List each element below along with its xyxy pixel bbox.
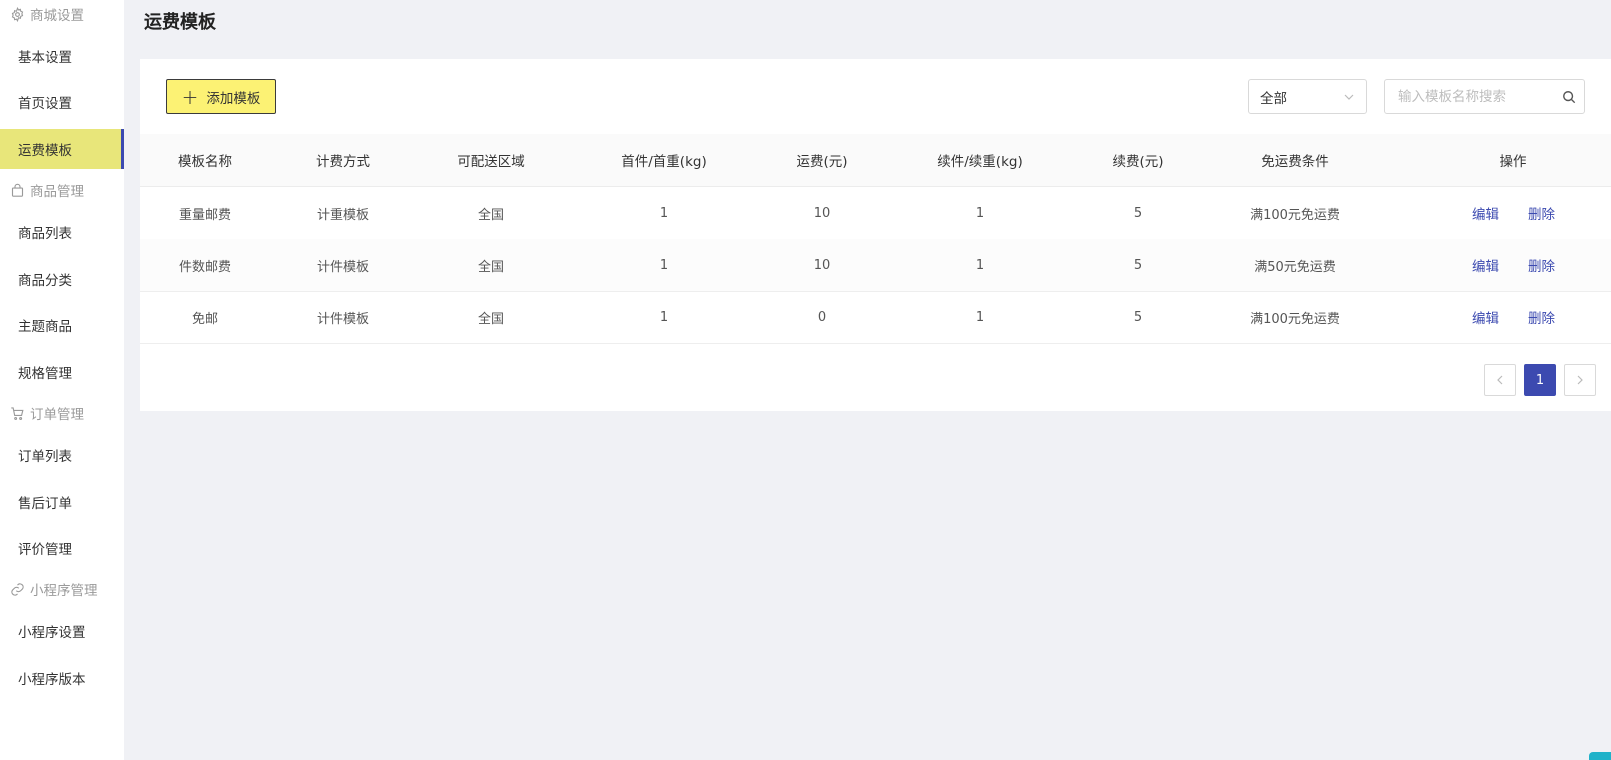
header-billing-method: 计费方式 xyxy=(316,154,370,170)
cell-billing-method: 计件模板 xyxy=(316,259,370,275)
cell-first-weight: 1 xyxy=(659,257,669,273)
table-header: 模板名称 计费方式 可配送区域 首件/首重(kg) 运费(元) 续件/续重(kg… xyxy=(140,134,1611,187)
table-row: 件数邮费 计件模板 全国 1 10 1 5 满50元免运费 编辑 删除 xyxy=(140,239,1611,292)
cell-billing-method: 计件模板 xyxy=(316,311,370,327)
prev-page-button[interactable] xyxy=(1484,364,1516,396)
delete-link[interactable]: 删除 xyxy=(1528,291,1555,343)
sidebar-item-product-category[interactable]: 商品分类 xyxy=(0,259,124,299)
cell-extra-weight: 1 xyxy=(975,257,985,273)
header-first-weight: 首件/首重(kg) xyxy=(621,154,707,170)
search-icon[interactable] xyxy=(1562,90,1576,104)
cell-billing-method: 计重模板 xyxy=(316,207,370,223)
filter-select[interactable]: 全部 xyxy=(1248,79,1367,114)
cell-extra-fee: 5 xyxy=(1133,309,1143,325)
sidebar-item-reviews[interactable]: 评价管理 xyxy=(0,528,124,568)
add-template-button[interactable]: + 添加模板 xyxy=(166,79,276,114)
edit-link[interactable]: 编辑 xyxy=(1472,239,1499,291)
cell-free-shipping: 满100元免运费 xyxy=(1250,311,1340,327)
floating-widget-tab[interactable] xyxy=(1589,752,1611,760)
sidebar-item-home-settings[interactable]: 首页设置 xyxy=(0,82,124,122)
add-template-label: 添加模板 xyxy=(206,90,261,107)
cell-delivery-area: 全国 xyxy=(477,207,505,223)
cell-delivery-area: 全国 xyxy=(477,259,505,275)
table-row: 重量邮费 计重模板 全国 1 10 1 5 满100元免运费 编辑 删除 xyxy=(140,187,1611,240)
cell-extra-weight: 1 xyxy=(975,309,985,325)
group-miniprogram-management: 小程序管理 xyxy=(10,579,98,599)
sidebar: 商城设置 基本设置 首页设置 运费模板 商品管理 商品列表 商品分类 主题商品 … xyxy=(0,0,124,760)
cell-template-name: 重量邮费 xyxy=(178,207,232,223)
sidebar-item-spec-management[interactable]: 规格管理 xyxy=(0,352,124,392)
table-row: 免邮 计件模板 全国 1 0 1 5 满100元免运费 编辑 删除 xyxy=(140,291,1611,344)
plus-icon: + xyxy=(181,84,199,109)
cell-template-name: 免邮 xyxy=(191,311,219,327)
header-actions: 操作 xyxy=(1499,154,1527,170)
link-icon xyxy=(11,582,24,596)
sidebar-item-miniprogram-version[interactable]: 小程序版本 xyxy=(0,658,124,698)
search-box xyxy=(1384,79,1585,114)
group-product-management: 商品管理 xyxy=(10,180,84,200)
sidebar-item-order-list[interactable]: 订单列表 xyxy=(0,435,124,475)
delete-link[interactable]: 删除 xyxy=(1528,239,1555,291)
chevron-right-icon xyxy=(1577,375,1583,385)
header-shipping-fee: 运费(元) xyxy=(796,154,848,170)
cell-extra-weight: 1 xyxy=(975,205,985,221)
edit-link[interactable]: 编辑 xyxy=(1472,187,1499,239)
header-extra-weight: 续件/续重(kg) xyxy=(937,154,1023,170)
delete-link[interactable]: 删除 xyxy=(1528,187,1555,239)
cell-shipping-fee: 10 xyxy=(813,205,831,221)
chevron-down-icon xyxy=(1344,94,1354,100)
content-card: + 添加模板 全部 模板名称 计费方式 可配送区域 首件/首重(kg) 运费(元… xyxy=(140,59,1611,411)
header-delivery-area: 可配送区域 xyxy=(457,154,525,170)
edit-link[interactable]: 编辑 xyxy=(1472,291,1499,343)
sidebar-item-basic-settings[interactable]: 基本设置 xyxy=(0,36,124,76)
page-1-button[interactable]: 1 xyxy=(1524,364,1556,396)
header-template-name: 模板名称 xyxy=(178,154,232,170)
cell-delivery-area: 全国 xyxy=(477,311,505,327)
header-free-shipping: 免运费条件 xyxy=(1261,154,1329,170)
filter-select-value: 全部 xyxy=(1260,90,1287,107)
sidebar-item-miniprogram-settings[interactable]: 小程序设置 xyxy=(0,611,124,651)
cell-extra-fee: 5 xyxy=(1133,257,1143,273)
cell-free-shipping: 满100元免运费 xyxy=(1250,207,1340,223)
group-title-label: 小程序管理 xyxy=(30,583,98,599)
sidebar-item-product-list[interactable]: 商品列表 xyxy=(0,212,124,252)
group-title-label: 商品管理 xyxy=(30,184,84,200)
search-input[interactable] xyxy=(1396,87,1562,106)
cell-shipping-fee: 0 xyxy=(817,309,827,325)
cart-icon xyxy=(11,406,24,420)
cell-template-name: 件数邮费 xyxy=(178,259,232,275)
cell-free-shipping: 满50元免运费 xyxy=(1254,259,1336,275)
bag-icon xyxy=(11,183,24,197)
sidebar-item-after-sales[interactable]: 售后订单 xyxy=(0,482,124,522)
gear-icon xyxy=(11,6,24,22)
chevron-left-icon xyxy=(1497,375,1503,385)
group-shop-settings: 商城设置 xyxy=(10,4,84,24)
cell-shipping-fee: 10 xyxy=(813,257,831,273)
cell-extra-fee: 5 xyxy=(1133,205,1143,221)
group-order-management: 订单管理 xyxy=(10,403,84,423)
cell-first-weight: 1 xyxy=(659,309,669,325)
sidebar-item-theme-products[interactable]: 主题商品 xyxy=(0,305,124,345)
next-page-button[interactable] xyxy=(1564,364,1596,396)
sidebar-item-shipping-template[interactable]: 运费模板 xyxy=(0,129,124,169)
cell-first-weight: 1 xyxy=(659,205,669,221)
header-extra-fee: 续费(元) xyxy=(1112,154,1164,170)
group-title-label: 订单管理 xyxy=(30,407,84,423)
page-title: 运费模板 xyxy=(144,12,216,33)
group-title-label: 商城设置 xyxy=(30,8,84,24)
